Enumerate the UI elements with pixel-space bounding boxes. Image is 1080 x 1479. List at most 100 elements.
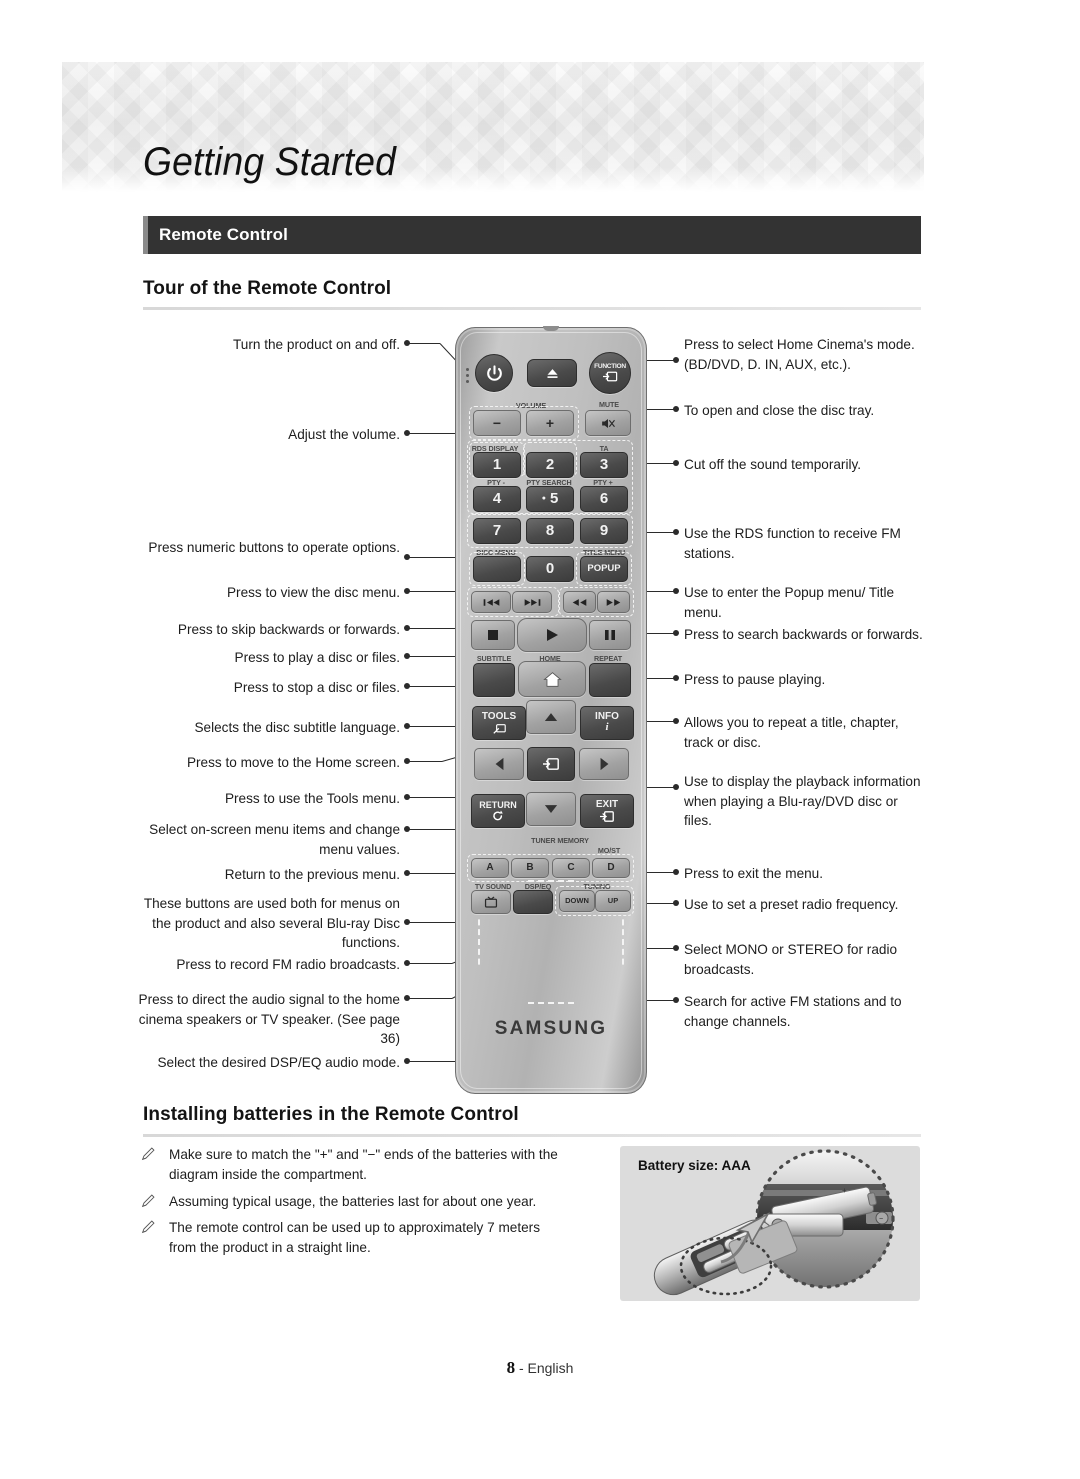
arrow-down-icon: [544, 805, 558, 813]
number-6-button[interactable]: 6: [580, 486, 628, 512]
function-button[interactable]: FUNCTION: [589, 352, 631, 394]
source-input-icon: [602, 372, 617, 382]
leader-dot-tv-sound: [404, 995, 410, 1001]
color-button-a[interactable]: A: [471, 858, 509, 878]
volume-up-button[interactable]: +: [526, 410, 574, 436]
eject-button[interactable]: [527, 359, 577, 387]
dsp-eq-button[interactable]: [513, 890, 553, 914]
stop-icon: [488, 630, 498, 640]
subtitle-label: SUBTITLE: [476, 654, 512, 663]
remote-control-illustration: FUNCTION VOLUME MUTE − + RDS DISPLAY TA …: [455, 326, 647, 1094]
disc-menu-button[interactable]: [473, 556, 521, 582]
tuning-down-button[interactable]: DOWN: [559, 890, 595, 912]
tuning-up-button[interactable]: UP: [595, 890, 631, 912]
callout-info: Use to display the playback information …: [684, 774, 921, 828]
color-button-b[interactable]: B: [511, 858, 549, 878]
tour-heading-rule: [143, 307, 921, 310]
search-forward-button[interactable]: [597, 591, 630, 613]
skip-backward-button[interactable]: [471, 591, 511, 613]
battery-note-1-text: Make sure to match the "+" and "−" ends …: [169, 1147, 558, 1182]
number-2-button[interactable]: 2: [526, 452, 574, 478]
number-0-button[interactable]: 0: [526, 556, 574, 582]
exit-button-label: EXIT: [595, 799, 619, 811]
popup-button[interactable]: POPUP: [580, 556, 628, 582]
eject-icon: [547, 368, 557, 378]
number-8-button[interactable]: 8: [526, 518, 574, 544]
leader-dot-numeric: [404, 554, 410, 560]
battery-note-2: Assuming typical usage, the batteries la…: [141, 1192, 613, 1212]
home-icon: [542, 671, 562, 687]
rewind-icon: [572, 598, 587, 606]
home-button[interactable]: [518, 661, 586, 697]
banner-accent-bar: [143, 216, 148, 254]
battery-heading-rule: [143, 1134, 921, 1137]
chapter-title: Getting Started: [143, 140, 397, 184]
color-button-c[interactable]: C: [552, 858, 590, 878]
callout-pause: Press to pause playing.: [684, 672, 826, 687]
leader-dot-mute: [673, 460, 679, 466]
number-1-button[interactable]: 1: [473, 452, 521, 478]
info-button[interactable]: INFO i: [580, 706, 634, 740]
callout-repeat: Allows you to repeat a title, chapter, t…: [684, 715, 899, 750]
tv-sound-button[interactable]: [471, 890, 511, 914]
leader-dot-return: [404, 870, 410, 876]
search-backward-button[interactable]: [563, 591, 596, 613]
tools-button[interactable]: TOOLS: [472, 706, 526, 740]
return-button-label: RETURN: [479, 799, 517, 810]
leader-dot-repeat: [673, 718, 679, 724]
page-language: - English: [518, 1360, 574, 1376]
callout-play: Press to play a disc or files.: [234, 650, 400, 665]
nav-down-button[interactable]: [526, 792, 576, 826]
mute-button[interactable]: [585, 410, 631, 436]
leader-home: [407, 761, 442, 762]
leader-dot-arrows: [404, 826, 410, 832]
exit-icon: [600, 810, 614, 822]
leader-power: [407, 343, 440, 344]
fast-forward-icon: [606, 598, 621, 606]
exit-button[interactable]: EXIT: [580, 794, 634, 828]
info-italic-i-icon: i: [605, 721, 609, 734]
battery-diagram-illustration: − − +: [653, 1149, 895, 1296]
pause-button[interactable]: [589, 620, 631, 650]
repeat-button[interactable]: [589, 663, 631, 697]
subtitle-button[interactable]: [473, 663, 515, 697]
callout-search: Press to search backwards or forwards.: [684, 627, 923, 642]
stop-button[interactable]: [471, 620, 515, 650]
return-button[interactable]: RETURN: [471, 794, 525, 828]
callout-mo-st: Select MONO or STEREO for radio broadcas…: [684, 942, 898, 977]
number-4-button[interactable]: 4: [473, 486, 521, 512]
color-button-d[interactable]: D: [592, 858, 630, 878]
nav-right-button[interactable]: [579, 748, 629, 780]
mo-st-label: MO/ST: [597, 846, 621, 855]
number-7-button[interactable]: 7: [473, 518, 521, 544]
number-5-button[interactable]: ● 5: [526, 486, 574, 512]
skip-forward-icon: [524, 598, 540, 606]
manual-page: Getting Started Remote Control Tour of t…: [0, 0, 1080, 1479]
skip-forward-button[interactable]: [512, 591, 552, 613]
mute-icon: [602, 418, 615, 428]
samsung-brand-logo: SAMSUNG: [494, 1018, 608, 1039]
number-3-button[interactable]: 3: [580, 452, 628, 478]
nav-left-button[interactable]: [474, 748, 524, 780]
callout-arrows: Select on-screen menu items and change m…: [149, 822, 400, 857]
enter-button[interactable]: [527, 747, 575, 781]
page-number: 8: [506, 1358, 516, 1377]
nav-up-button[interactable]: [526, 700, 576, 734]
power-button[interactable]: [475, 354, 513, 392]
callout-exit: Press to exit the menu.: [684, 866, 824, 881]
callout-return: Return to the previous menu.: [224, 867, 400, 882]
note-pencil-icon: [141, 1147, 155, 1161]
arrow-left-icon: [495, 757, 503, 771]
leader-dot-stop: [404, 683, 410, 689]
callout-power: Turn the product on and off.: [232, 337, 400, 352]
callout-numeric: Press numeric buttons to operate options…: [148, 540, 400, 555]
leader-dot-disc-menu: [404, 588, 410, 594]
number-9-button[interactable]: 9: [580, 518, 628, 544]
volume-down-button[interactable]: −: [473, 410, 521, 436]
callout-tv-sound: Press to direct the audio signal to the …: [138, 992, 400, 1046]
battery-heading: Installing batteries in the Remote Contr…: [143, 1104, 519, 1125]
callout-tuner-mem: Use to set a preset radio frequency.: [684, 897, 899, 912]
play-icon: [547, 629, 558, 641]
leader-record-fm: [407, 963, 452, 964]
play-button[interactable]: [517, 618, 587, 652]
